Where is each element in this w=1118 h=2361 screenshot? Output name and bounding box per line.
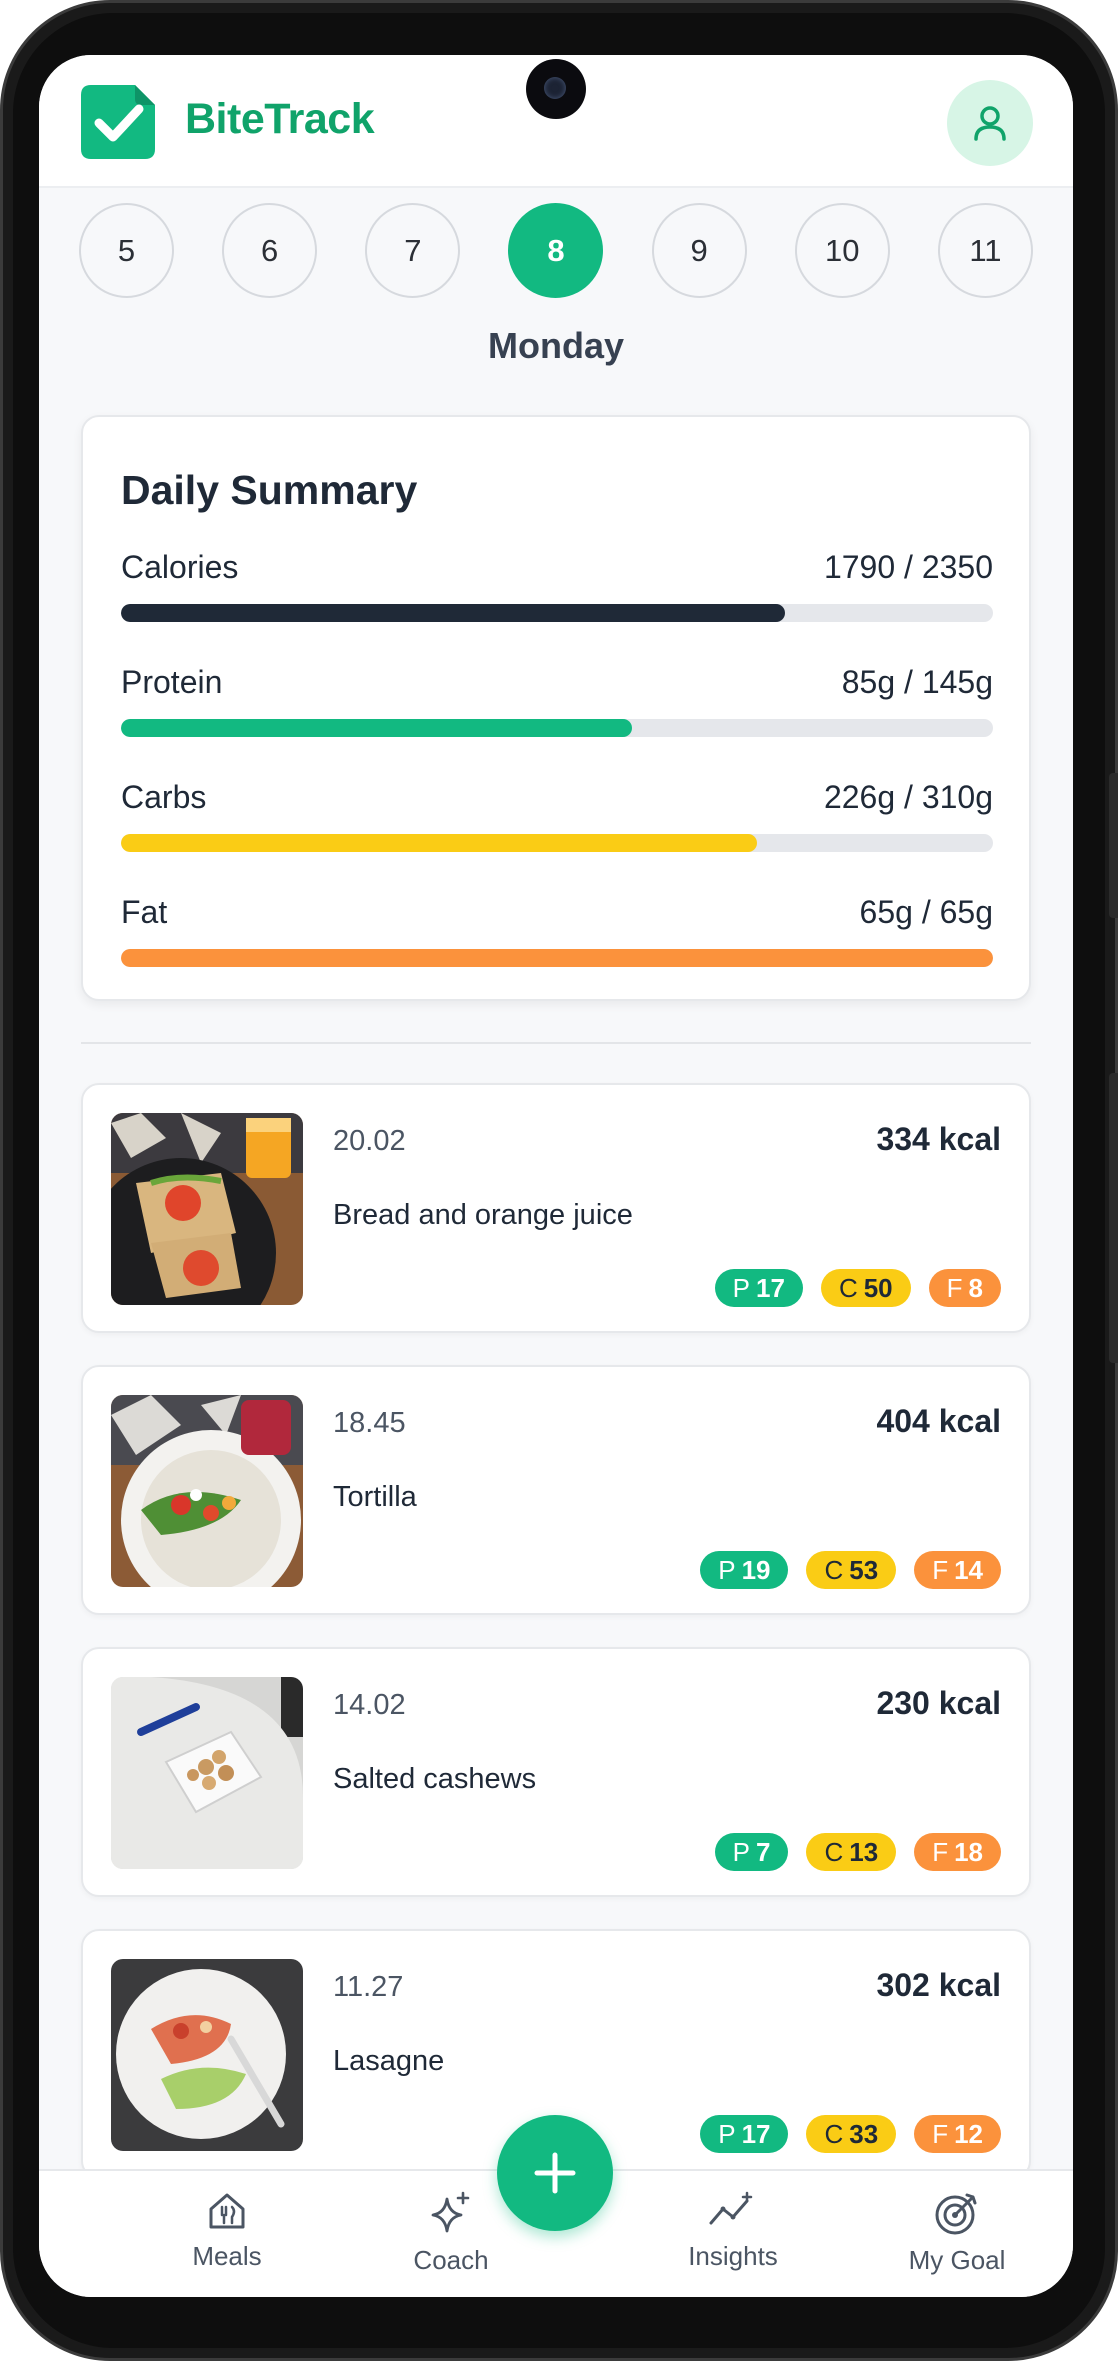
protein-chip: P 19 (700, 1551, 789, 1589)
profile-button[interactable] (947, 80, 1033, 166)
nav-label: Coach (413, 2245, 489, 2275)
target-icon (935, 2193, 977, 2235)
protein-chip: P 17 (700, 2115, 789, 2153)
fat-chip: F 18 (914, 1833, 1001, 1871)
meal-photo (111, 1395, 303, 1587)
meal-card[interactable]: 20.02 Bread and orange juice 334 kcal P1… (81, 1083, 1031, 1333)
fat-chip: F 14 (914, 1551, 1001, 1589)
macro-value: 85g / 145g (841, 664, 993, 700)
fat-progress-bar (121, 949, 993, 967)
user-icon (974, 106, 1006, 141)
nav-insights[interactable]: Insights (653, 2189, 813, 2272)
front-camera (526, 59, 586, 119)
nav-label: Meals (192, 2241, 262, 2271)
nav-my-goal[interactable]: My Goal (877, 2189, 1037, 2276)
day-selector: 5 6 7 8 9 10 11 (79, 203, 1033, 303)
meal-photo (111, 1959, 303, 2151)
protein-chip: P7 (714, 1833, 789, 1871)
day-button-selected[interactable]: 8 (508, 203, 604, 298)
fat-chip: F 12 (914, 2115, 1001, 2153)
carbs-chip: C 53 (806, 1551, 897, 1589)
macro-carbs: Carbs 226g / 310g (121, 779, 993, 852)
macro-value: 1790 / 2350 (823, 549, 993, 585)
meal-photo (111, 1677, 303, 1869)
check-badge-icon (81, 85, 155, 159)
meal-calories: 404 kcal (876, 1403, 1001, 1439)
macro-chips: P 19 C 53 F 14 (700, 1551, 1001, 1589)
section-divider (81, 1042, 1031, 1044)
plus-icon (534, 2152, 576, 2194)
macro-calories: Calories 1790 / 2350 (121, 549, 993, 622)
calories-progress-bar (121, 604, 993, 622)
selected-weekday: Monday (487, 325, 624, 366)
meal-name: Lasagne (333, 2045, 445, 2077)
trend-line-icon (709, 2191, 753, 2225)
day-button[interactable]: 11 (937, 203, 1033, 298)
macro-chips: P7 C 13 F 18 (714, 1833, 1001, 1871)
day-button[interactable]: 5 (79, 203, 174, 298)
daily-summary-card: Daily Summary Calories 1790 / 2350 Prote… (81, 415, 1031, 1001)
meal-time: 20.02 (333, 1125, 406, 1157)
macro-chips: P 17 C 50 F8 (714, 1269, 1001, 1307)
volume-button (1109, 773, 1118, 918)
progress-fill (121, 949, 993, 967)
add-meal-button[interactable] (497, 2115, 613, 2231)
carbs-chip: C 50 (820, 1269, 911, 1307)
macro-label: Carbs (121, 779, 207, 815)
nav-label: My Goal (908, 2245, 1006, 2275)
macro-fat: Fat 65g / 65g (121, 894, 993, 967)
day-button[interactable]: 6 (222, 203, 318, 298)
nav-label: Insights (688, 2241, 778, 2271)
macro-label: Fat (121, 894, 168, 930)
meal-list: 20.02 Bread and orange juice 334 kcal P1… (81, 1083, 1031, 2211)
macro-value: 226g / 310g (823, 779, 993, 815)
progress-fill (121, 834, 757, 852)
day-button[interactable]: 7 (365, 203, 461, 298)
phone-frame: BiteTrack 5 6 7 8 9 10 11 Monday Daily S… (0, 0, 1118, 2361)
day-button[interactable]: 9 (651, 203, 747, 298)
meal-calories: 302 kcal (876, 1967, 1001, 2003)
meal-time: 11.27 (333, 1971, 404, 2003)
day-button[interactable]: 10 (794, 203, 890, 298)
meal-name: Bread and orange juice (333, 1199, 633, 1231)
progress-fill (121, 604, 786, 622)
fat-chip: F8 (928, 1269, 1001, 1307)
protein-chip: P 17 (714, 1269, 803, 1307)
power-button (1109, 1073, 1118, 1363)
progress-fill (121, 719, 633, 737)
summary-title: Daily Summary (121, 467, 418, 513)
meal-card[interactable]: 18.45 Tortilla 404 kcal P 19 C 53 F 14 (81, 1365, 1031, 1615)
protein-progress-bar (121, 719, 993, 737)
meal-photo (111, 1113, 303, 1305)
meal-name: Tortilla (333, 1481, 417, 1513)
app-title: BiteTrack (185, 95, 375, 143)
macro-value: 65g / 65g (859, 894, 993, 930)
home-fork-icon (209, 2193, 245, 2229)
nav-meals[interactable]: Meals (147, 2189, 307, 2272)
meal-calories: 334 kcal (876, 1121, 1001, 1157)
meal-time: 14.02 (333, 1689, 406, 1721)
macro-chips: P 17 C 33 F 12 (700, 2115, 1001, 2153)
macro-label: Protein (121, 664, 223, 700)
app-screen: BiteTrack 5 6 7 8 9 10 11 Monday Daily S… (39, 55, 1073, 2297)
meal-time: 18.45 (333, 1407, 406, 1439)
meal-name: Salted cashews (333, 1763, 537, 1795)
meal-calories: 230 kcal (876, 1685, 1001, 1721)
carbs-chip: C 33 (806, 2115, 897, 2153)
carbs-progress-bar (121, 834, 993, 852)
macro-protein: Protein 85g / 145g (121, 664, 993, 737)
macro-label: Calories (121, 549, 239, 585)
sparkles-icon (431, 2191, 470, 2233)
carbs-chip: C 13 (806, 1833, 897, 1871)
meal-card[interactable]: 14.02 Salted cashews 230 kcal P7 C 13 F 18 (81, 1647, 1031, 1897)
